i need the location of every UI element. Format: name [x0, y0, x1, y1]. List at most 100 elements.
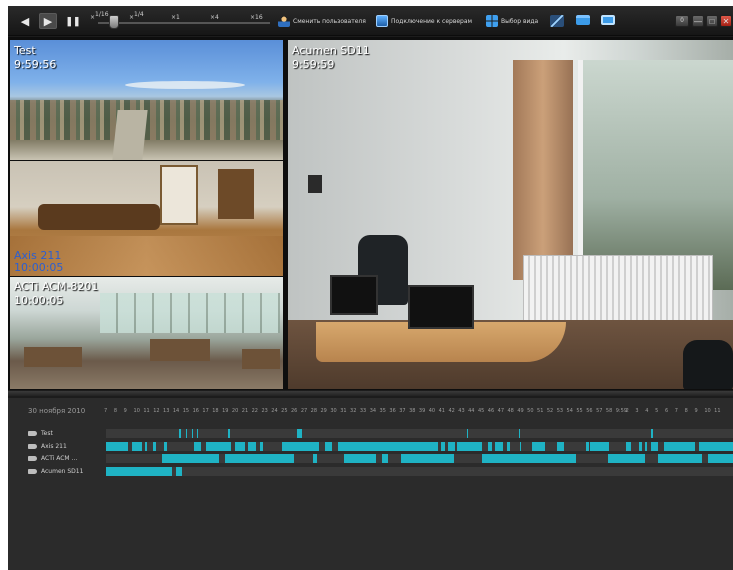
- recording-segment[interactable]: [281, 441, 320, 451]
- timeline-hour-tick: 57: [596, 408, 603, 414]
- timeline-hour-tick: 41: [438, 408, 445, 414]
- recording-segment[interactable]: [185, 429, 188, 438]
- camera-view-acti[interactable]: ACTi ACM-8201 10:00:05: [10, 277, 283, 389]
- recording-segment[interactable]: [179, 429, 181, 438]
- timeline-track[interactable]: [106, 466, 733, 476]
- timeline-hour-tick: 9: [123, 408, 127, 414]
- recording-segment[interactable]: [162, 454, 219, 463]
- recording-segment[interactable]: [441, 441, 445, 451]
- recording-segment[interactable]: [191, 429, 194, 438]
- recording-segment[interactable]: [193, 441, 202, 451]
- timeline-track[interactable]: [106, 441, 733, 451]
- recording-segment[interactable]: [337, 441, 439, 451]
- timeline-hour-tick: 3: [635, 408, 639, 414]
- recording-segment[interactable]: [247, 441, 257, 451]
- recording-segment[interactable]: [638, 441, 643, 451]
- recording-segment[interactable]: [466, 429, 469, 438]
- timeline-track[interactable]: [106, 454, 733, 463]
- recording-segment[interactable]: [400, 454, 454, 463]
- play-backward-button[interactable]: ◀: [16, 13, 34, 29]
- recording-segment[interactable]: [106, 466, 172, 476]
- recording-segment[interactable]: [153, 441, 157, 451]
- app-window: ◀ ▶ ❚❚ ×1/16 ×1/4 ×1 ×4 ×16 Сменить поль…: [8, 6, 733, 570]
- recording-segment[interactable]: [225, 454, 295, 463]
- camera-view-test[interactable]: Test 9:59:56: [10, 40, 283, 160]
- timeline-camera-name: Acumen SD11: [41, 467, 84, 475]
- scene-sofa: [38, 204, 160, 230]
- connect-servers-button[interactable]: Подключение к серверам: [376, 15, 472, 27]
- timeline-hour-tick: 55: [576, 408, 583, 414]
- recording-segment[interactable]: [519, 441, 522, 451]
- camera-view-acumen[interactable]: Acumen SD11 9:59:59: [288, 40, 733, 389]
- recording-segment[interactable]: [260, 441, 263, 451]
- recording-segment[interactable]: [707, 454, 733, 463]
- panel-splitter[interactable]: [8, 391, 733, 396]
- timeline-hour-tick: 56: [586, 408, 593, 414]
- recording-segment[interactable]: [590, 441, 608, 451]
- speed-slider-knob[interactable]: [109, 15, 119, 29]
- recording-segment[interactable]: [132, 441, 143, 451]
- recording-segment[interactable]: [196, 429, 199, 438]
- recording-segment[interactable]: [586, 441, 589, 451]
- scene-monitor: [408, 285, 474, 329]
- recording-segment[interactable]: [325, 441, 332, 451]
- recording-segment[interactable]: [144, 441, 148, 451]
- recording-segment[interactable]: [488, 441, 492, 451]
- recording-segment[interactable]: [106, 441, 128, 451]
- recording-segment[interactable]: [494, 441, 503, 451]
- switch-user-label: Сменить пользователя: [293, 17, 366, 25]
- toolbar: ◀ ▶ ❚❚ ×1/16 ×1/4 ×1 ×4 ×16 Сменить поль…: [8, 6, 733, 36]
- recording-segment[interactable]: [164, 441, 168, 451]
- timeline-hour-tick: 13: [163, 408, 170, 414]
- recording-segment[interactable]: [344, 454, 376, 463]
- recording-segment[interactable]: [176, 466, 183, 476]
- recording-segment[interactable]: [698, 441, 733, 451]
- recording-segment[interactable]: [657, 454, 702, 463]
- recording-segment[interactable]: [234, 441, 246, 451]
- timeline-row[interactable]: Axis 211: [28, 441, 733, 452]
- switch-user-button[interactable]: Сменить пользователя: [278, 15, 366, 27]
- recording-segment[interactable]: [228, 429, 230, 438]
- recording-segment[interactable]: [651, 429, 653, 438]
- timeline-hour-tick: 45: [477, 408, 485, 414]
- timeline-hour-scale[interactable]: 7 8 9 10 11 12 13 14 15 16 17 18 19 20 21 22 23 24 25 26 27 2…: [104, 408, 733, 416]
- recording-segment[interactable]: [651, 441, 658, 451]
- close-button[interactable]: ✕: [720, 15, 732, 27]
- recording-segment[interactable]: [607, 454, 646, 463]
- maximize-button[interactable]: □: [706, 15, 718, 27]
- timeline-hour-tick: 43: [458, 408, 465, 414]
- recording-segment[interactable]: [626, 441, 632, 451]
- play-forward-button[interactable]: ▶: [39, 13, 57, 29]
- recording-segment[interactable]: [297, 429, 302, 438]
- timeline-hour-tick: 8: [113, 408, 118, 414]
- timeline-hour-tick: 6: [664, 408, 669, 414]
- minimize-button[interactable]: —: [692, 15, 704, 27]
- recording-segment[interactable]: [557, 441, 564, 451]
- recording-segment[interactable]: [507, 441, 511, 451]
- monitor-button[interactable]: [601, 15, 615, 25]
- timeline-row[interactable]: ACTi ACM ...: [28, 453, 733, 464]
- camera-view-axis[interactable]: Axis 211 10:00:05: [10, 161, 283, 276]
- timeline-row[interactable]: Acumen SD11: [28, 466, 733, 477]
- timeline-hour-tick: 40: [428, 408, 436, 414]
- recording-segment[interactable]: [518, 429, 521, 438]
- recording-segment[interactable]: [645, 441, 647, 451]
- recording-segment[interactable]: [664, 441, 696, 451]
- recording-segment[interactable]: [457, 441, 483, 451]
- recording-segment[interactable]: [447, 441, 455, 451]
- speed-label-4: ×4: [210, 14, 219, 21]
- archive-folder-button[interactable]: [576, 15, 590, 25]
- recording-segment[interactable]: [381, 454, 389, 463]
- recording-segment[interactable]: [532, 441, 545, 451]
- statistics-button[interactable]: [550, 15, 564, 27]
- view-select-button[interactable]: Выбор вида: [486, 15, 538, 27]
- timeline-hour-tick: 51: [537, 408, 544, 414]
- recording-segment[interactable]: [312, 454, 317, 463]
- recording-segment[interactable]: [607, 441, 610, 451]
- speed-slider-track[interactable]: [98, 22, 270, 24]
- recording-segment[interactable]: [482, 454, 577, 463]
- timeline-track[interactable]: [106, 429, 733, 438]
- pause-button[interactable]: ❚❚: [64, 13, 82, 29]
- timeline-row[interactable]: Test: [28, 428, 733, 439]
- recording-segment[interactable]: [206, 441, 232, 451]
